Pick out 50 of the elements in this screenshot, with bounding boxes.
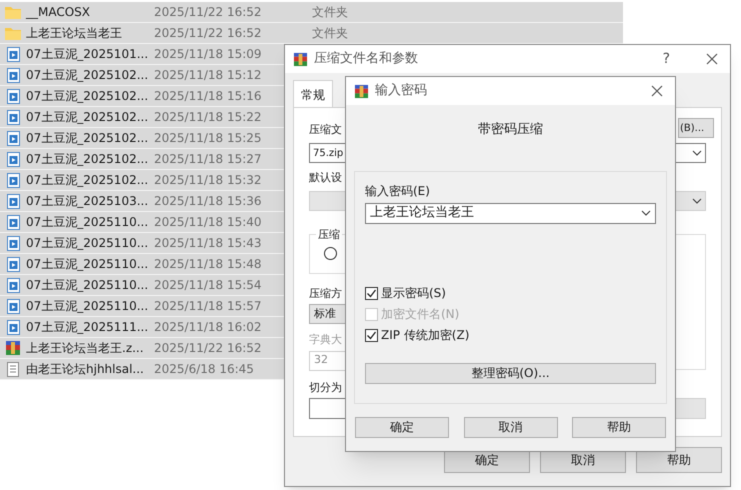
file-name: 07土豆泥_2025110...	[26, 256, 150, 273]
file-date: 2025/6/18 16:45	[154, 361, 254, 378]
file-name: 07土豆泥_2025102...	[26, 88, 150, 105]
field-label: 压缩文	[309, 122, 342, 138]
file-date: 2025/11/18 15:22	[154, 109, 262, 126]
file-date: 2025/11/18 15:57	[154, 298, 262, 315]
file-date: 2025/11/22 16:52	[154, 25, 262, 42]
file-date: 2025/11/18 15:36	[154, 193, 262, 210]
file-name: 07土豆泥_2025102...	[26, 130, 150, 147]
field-label: 默认设	[309, 170, 342, 186]
file-name: 07土豆泥_2025111...	[26, 319, 150, 336]
file-date: 2025/11/18 15:40	[154, 214, 262, 231]
file-name: 07土豆泥_2025102...	[26, 67, 150, 84]
file-name: 07土豆泥_2025110...	[26, 277, 150, 294]
file-date: 2025/11/18 15:12	[154, 67, 262, 84]
file-name: 由老王论坛hjhhlsal...	[26, 361, 145, 378]
field-label: 字典大	[309, 332, 342, 348]
file-type: 文件夹	[312, 25, 348, 42]
file-name: 07土豆泥_2025110...	[26, 214, 150, 231]
file-name: 07土豆泥_2025103...	[26, 193, 150, 210]
file-date: 2025/11/18 15:48	[154, 256, 262, 273]
file-name: 07土豆泥_2025110...	[26, 298, 150, 315]
file-name: __MACOSX	[26, 4, 92, 21]
field-label: 压缩方	[309, 286, 342, 302]
file-date: 2025/11/18 15:16	[154, 88, 262, 105]
file-name: 07土豆泥_2025110...	[26, 235, 150, 252]
checkbox-label: 显示密码(S)	[381, 285, 446, 302]
file-date: 2025/11/18 15:32	[154, 172, 262, 189]
dialog-heading: 带密码压缩	[478, 121, 543, 139]
file-date: 2025/11/18 16:02	[154, 319, 262, 336]
file-name: 07土豆泥_2025102...	[26, 151, 150, 168]
field-label: 切分为	[309, 380, 342, 396]
file-name: 上老王论坛当老王	[26, 25, 123, 42]
file-date: 2025/11/18 15:54	[154, 277, 262, 294]
file-date: 2025/11/22 16:52	[154, 4, 262, 21]
file-date: 2025/11/18 15:25	[154, 130, 262, 147]
file-name: 07土豆泥_2025101...	[26, 46, 150, 63]
file-name: 07土豆泥_2025102...	[26, 172, 150, 189]
file-name: 07土豆泥_2025102...	[26, 109, 150, 126]
checkbox-label: 加密文件名(N)	[381, 306, 460, 323]
file-type: 文件夹	[312, 4, 348, 21]
file-date: 2025/11/22 16:52	[154, 340, 262, 357]
window-title: 输入密码	[375, 82, 427, 100]
checkbox-label: ZIP 传统加密(Z)	[381, 327, 470, 344]
file-date: 2025/11/18 15:27	[154, 151, 262, 168]
file-date: 2025/11/18 15:43	[154, 235, 262, 252]
field-label: 输入密码(E)	[365, 182, 431, 200]
window-title: 压缩文件名和参数	[314, 50, 418, 68]
file-date: 2025/11/18 15:09	[154, 46, 262, 63]
file-name: 上老王论坛当老王.z...	[26, 340, 145, 357]
